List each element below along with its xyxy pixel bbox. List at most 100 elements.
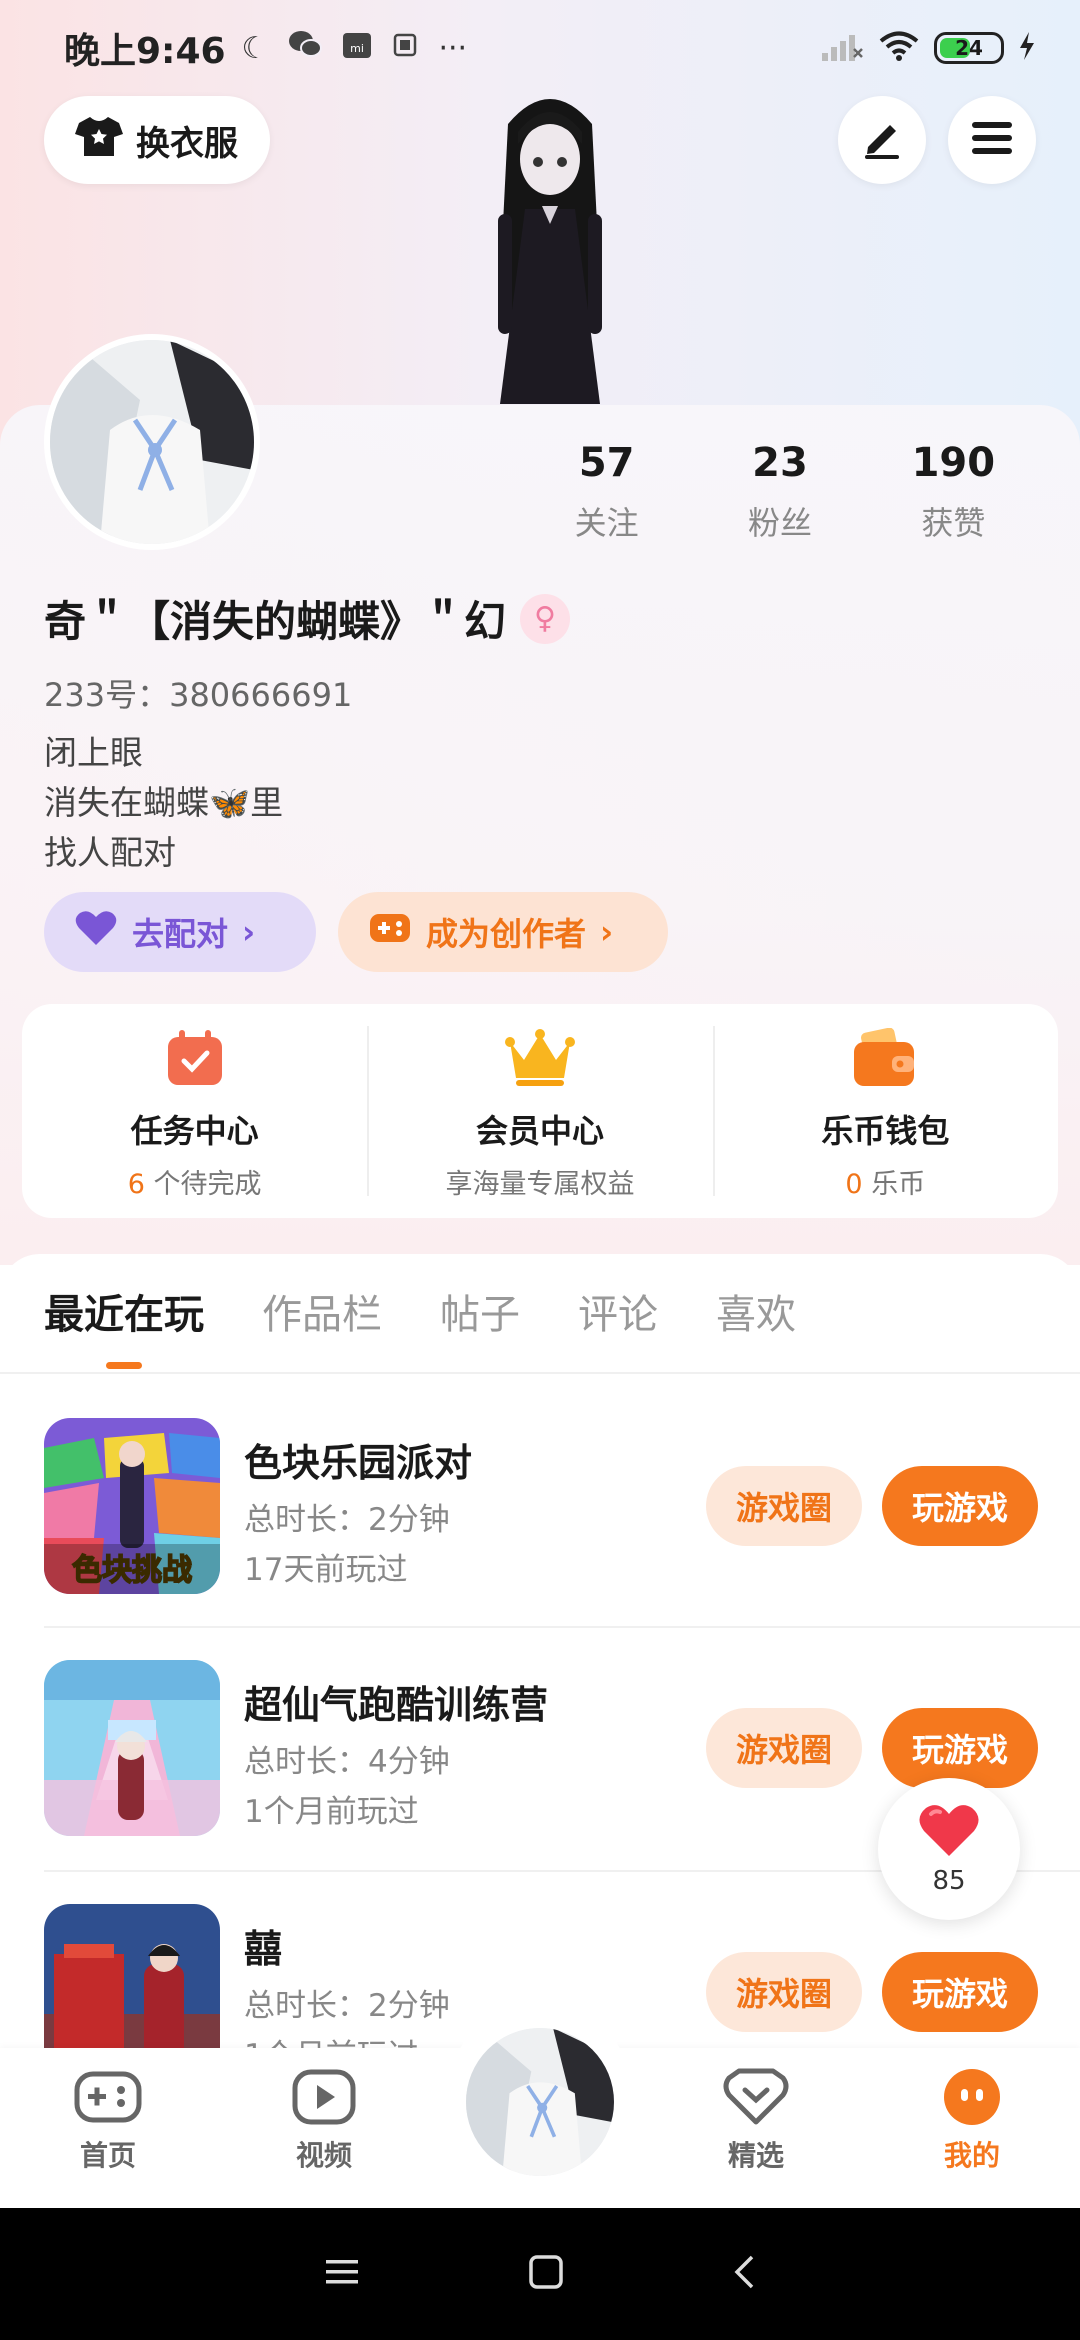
female-gender-icon: ♀ [520,593,571,644]
service-subtitle: 享海量专属权益 [445,1169,635,1200]
nav-center-avatar[interactable] [462,2024,618,2180]
gamepad-icon [368,910,412,954]
tab-label: 帖子 [440,1292,520,1338]
last-played: 17天前玩过 [244,1552,408,1588]
wechat-icon [288,29,323,67]
game-duration: 总时长：2分钟 [244,1988,450,2024]
moon-icon: ☾ [241,30,269,66]
tab-label: 最近在玩 [44,1292,204,1338]
back-icon[interactable] [732,2254,756,2294]
system-nav-bar [0,2208,1080,2340]
tab-label: 评论 [578,1292,658,1338]
bio: 闭上眼 消失在蝴蝶🦋里 找人配对 [44,728,283,878]
task-center[interactable]: 任务中心 6 个待完成 [22,1004,367,1218]
service-title: 任务中心 [130,1112,259,1150]
game-duration: 总时长：4分钟 [244,1744,450,1780]
battery-indicator: 24 [934,32,1004,64]
play-game-button[interactable]: 玩游戏 [882,1708,1038,1788]
bio-line: 找人配对 [44,833,176,872]
game-thumbnail[interactable] [44,1660,220,1836]
heart-shield-icon [723,2068,789,2130]
home-square-icon[interactable] [528,2254,564,2294]
nav-label: 我的 [943,2139,1000,2172]
game-circle-button[interactable]: 游戏圈 [706,1952,862,2032]
game-duration: 总时长：2分钟 [244,1502,450,1538]
service-title: 乐币钱包 [821,1112,950,1150]
chevron-right-icon: › [242,913,256,951]
last-played: 1个月前玩过 [244,1794,419,1830]
coin-wallet[interactable]: 乐币钱包 0 乐币 [712,1004,1058,1218]
signal-icon [820,31,864,65]
stat-number: 57 [578,440,635,486]
nav-label: 首页 [79,2139,136,2172]
app-notification-icon [392,31,418,66]
gamepad-icon [73,2068,143,2130]
status-bar: 晚上9:46 ☾ mi ··· 24 [0,0,1080,96]
game-item[interactable]: 超仙气跑酷训练营 总时长：4分钟 1个月前玩过 游戏圈 玩游戏 [44,1660,1038,1838]
nav-label: 精选 [727,2139,784,2172]
svg-text:mi: mi [351,42,365,55]
coin-count: 0 [845,1169,863,1200]
nav-video[interactable]: 视频 [216,2048,432,2208]
become-creator-button[interactable]: 成为创作者 › [338,892,668,972]
stat-fans[interactable]: 23 粉丝 [693,440,866,544]
stat-likes[interactable]: 190 获赞 [867,440,1040,544]
heart-icon [74,909,118,955]
nav-mine[interactable]: 我的 [864,2048,1080,2208]
stat-following[interactable]: 57 关注 [520,440,693,544]
dress-up-button[interactable]: 换衣服 [44,96,270,184]
tab-posts[interactable]: 帖子 [440,1282,520,1362]
thumbnail-caption: 色块挑战 [72,1553,192,1588]
nav-featured[interactable]: 精选 [648,2048,864,2208]
charging-icon [1018,31,1036,65]
tab-works[interactable]: 作品栏 [262,1282,382,1362]
game-name: 囍 [244,1927,283,1971]
list-divider [44,1626,1080,1628]
edit-profile-button[interactable] [838,96,926,184]
service-subtitle: 0 乐币 [845,1162,925,1201]
nickname: 奇＂【消失的蝴蝶》＂幻 [44,597,507,646]
service-title: 会员中心 [475,1112,604,1150]
play-icon [291,2068,357,2130]
game-thumbnail[interactable]: 色块挑战 [44,1418,220,1594]
game-name: 超仙气跑酷训练营 [244,1683,549,1727]
match-button[interactable]: 去配对 › [44,892,316,972]
recent-apps-icon[interactable] [324,2257,360,2291]
play-game-button[interactable]: 玩游戏 [882,1952,1038,2032]
profile-avatar[interactable] [44,334,260,550]
battery-level: 24 [955,36,983,60]
tab-likes[interactable]: 喜欢 [716,1282,796,1362]
game-item[interactable]: 色块挑战 色块乐园派对 总时长：2分钟 17天前玩过 游戏圈 玩游戏 [44,1418,1038,1596]
game-circle-button[interactable]: 游戏圈 [706,1708,862,1788]
pen-icon [859,115,905,165]
status-time: 晚上9:46 [64,31,226,72]
tab-label: 作品栏 [262,1292,382,1338]
active-tab-indicator [106,1362,142,1369]
hamburger-icon [970,118,1014,162]
vip-center[interactable]: 会员中心 享海量专属权益 [367,1004,712,1218]
calendar-check-icon [165,1028,225,1092]
mi-store-icon: mi [342,29,372,67]
avatar-character[interactable] [450,84,650,404]
like-floating-button[interactable]: 85 [878,1778,1020,1920]
wifi-icon [878,30,920,66]
play-game-button[interactable]: 玩游戏 [882,1466,1038,1546]
tab-comments[interactable]: 评论 [578,1282,658,1362]
nav-home[interactable]: 首页 [0,2048,216,2208]
service-subtitle-text: 乐币 [862,1169,926,1200]
more-notifications: ··· [438,30,468,66]
service-subtitle-text: 个待完成 [144,1169,262,1200]
creator-label: 成为创作者 [426,915,587,953]
tshirt-icon [74,114,124,167]
stat-number: 23 [752,440,808,486]
pending-count: 6 [127,1169,145,1200]
user-id: 233号：380666691 [44,676,353,714]
profile-stats: 57 关注 23 粉丝 190 获赞 [520,440,1040,544]
tab-recently-played[interactable]: 最近在玩 [44,1282,204,1369]
menu-button[interactable] [948,96,1036,184]
service-subtitle: 6 个待完成 [128,1162,262,1201]
game-circle-button[interactable]: 游戏圈 [706,1466,862,1546]
stat-label: 获赞 [921,504,986,542]
stat-number: 190 [911,440,996,486]
like-count: 85 [932,1866,966,1896]
